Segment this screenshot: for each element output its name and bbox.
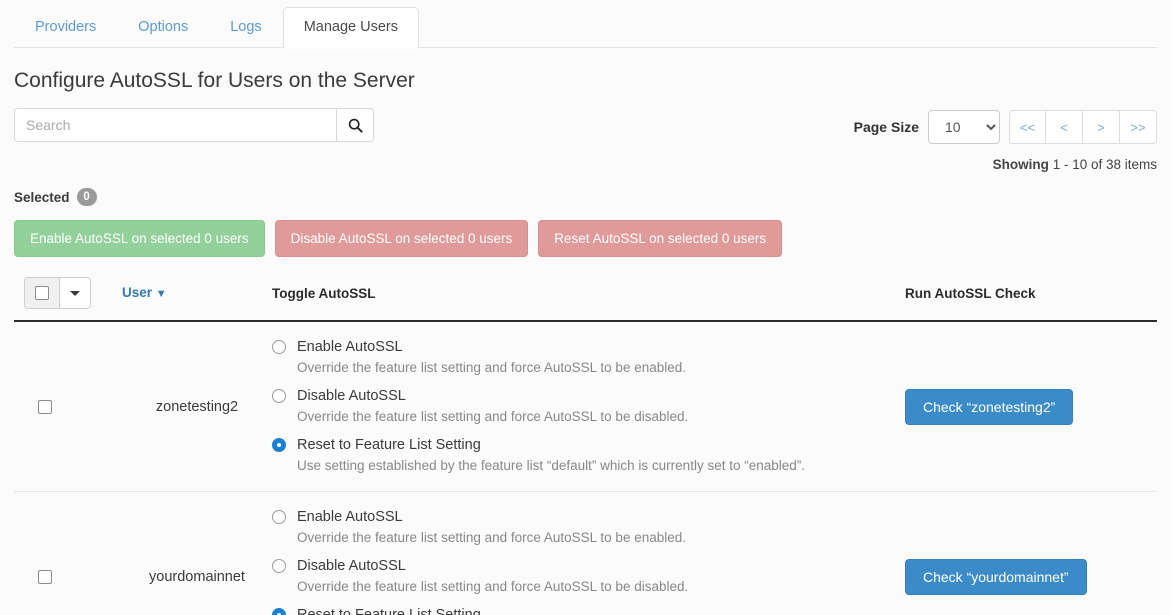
row-user-cell: yourdomainnet — [122, 569, 272, 585]
select-all-dropdown-button[interactable] — [60, 277, 91, 309]
radio-enable-autossl[interactable] — [272, 340, 286, 354]
search-button[interactable] — [336, 108, 374, 142]
option-description: Override the feature list setting and fo… — [297, 530, 686, 545]
option-label: Enable AutoSSL — [297, 339, 403, 355]
option-reset-to-feature-list: Reset to Feature List Setting Use settin… — [272, 435, 905, 475]
tab-manage-users[interactable]: Manage Users — [282, 7, 419, 49]
last-page-button[interactable]: >> — [1120, 110, 1157, 144]
table-row: zonetesting2 Enable AutoSSL Override the… — [14, 322, 1157, 492]
table-row: yourdomainnet Enable AutoSSL Override th… — [14, 492, 1157, 615]
toolbar: Page Size 10 << < > >> Showing 1 - 10 of… — [14, 108, 1157, 172]
checkbox-icon — [35, 286, 49, 300]
option-label: Reset to Feature List Setting — [297, 437, 481, 453]
tab-options[interactable]: Options — [117, 7, 209, 48]
sort-by-user-link[interactable]: User ▼ — [122, 285, 167, 300]
header-toggle-autossl: Toggle AutoSSL — [272, 285, 376, 301]
row-user-cell: zonetesting2 — [122, 399, 272, 415]
option-disable-autossl: Disable AutoSSL Override the feature lis… — [272, 556, 905, 596]
option-disable-autossl: Disable AutoSSL Override the feature lis… — [272, 386, 905, 426]
option-label: Disable AutoSSL — [297, 388, 406, 404]
radio-enable-autossl[interactable] — [272, 510, 286, 524]
row-select-cell — [14, 570, 122, 584]
row-checkbox[interactable] — [38, 400, 52, 414]
select-all-group — [24, 277, 91, 309]
search-group — [14, 108, 374, 142]
option-label: Disable AutoSSL — [297, 558, 406, 574]
option-label: Enable AutoSSL — [297, 509, 403, 525]
page-size-label: Page Size — [853, 119, 919, 135]
radio-reset-to-feature-list[interactable] — [272, 608, 286, 615]
option-description: Override the feature list setting and fo… — [297, 579, 689, 594]
tab-logs[interactable]: Logs — [209, 7, 282, 48]
tab-bar: Providers Options Logs Manage Users — [0, 0, 1171, 49]
chevron-down-icon — [70, 290, 80, 296]
enable-autossl-bulk-button[interactable]: Enable AutoSSL on selected 0 users — [14, 220, 265, 257]
search-icon — [348, 118, 363, 133]
header-user-cell: User ▼ — [122, 284, 272, 302]
row-select-cell — [14, 400, 122, 414]
row-checkbox[interactable] — [38, 570, 52, 584]
option-label: Reset to Feature List Setting — [297, 607, 481, 615]
run-autossl-check-button[interactable]: Check “zonetesting2” — [905, 389, 1074, 425]
select-all-cell — [14, 277, 122, 309]
disable-autossl-bulk-button[interactable]: Disable AutoSSL on selected 0 users — [274, 220, 529, 257]
pagination-area: Page Size 10 << < > >> Showing 1 - 10 of… — [854, 108, 1157, 172]
sort-descending-icon: ▼ — [155, 288, 167, 300]
option-reset-to-feature-list: Reset to Feature List Setting Use settin… — [272, 605, 905, 615]
page-content: Configure AutoSSL for Users on the Serve… — [0, 68, 1171, 615]
showing-prefix: Showing — [992, 157, 1049, 172]
radio-disable-autossl[interactable] — [272, 559, 286, 573]
showing-range: 1 - 10 of 38 items — [1052, 157, 1157, 172]
header-user-label: User — [122, 285, 153, 300]
next-page-button[interactable]: > — [1083, 110, 1120, 144]
row-run-cell: Check “yourdomainnet” — [905, 559, 1157, 595]
option-enable-autossl: Enable AutoSSL Override the feature list… — [272, 337, 905, 377]
option-enable-autossl: Enable AutoSSL Override the feature list… — [272, 507, 905, 547]
row-toggle-cell: Enable AutoSSL Override the feature list… — [272, 337, 905, 477]
row-toggle-cell: Enable AutoSSL Override the feature list… — [272, 507, 905, 615]
selected-label: Selected — [14, 189, 70, 205]
selected-count-badge: 0 — [76, 188, 97, 206]
run-autossl-check-button[interactable]: Check “yourdomainnet” — [905, 559, 1087, 595]
user-name: yourdomainnet — [149, 569, 245, 585]
page-size-select[interactable]: 10 — [928, 110, 1000, 144]
first-page-button[interactable]: << — [1009, 110, 1046, 144]
showing-status: Showing 1 - 10 of 38 items — [854, 157, 1157, 172]
radio-disable-autossl[interactable] — [272, 389, 286, 403]
pagination-buttons: << < > >> — [1009, 110, 1157, 144]
select-all-checkbox[interactable] — [24, 277, 60, 309]
selected-status: Selected 0 — [14, 188, 1157, 206]
option-description: Override the feature list setting and fo… — [297, 409, 689, 424]
reset-autossl-bulk-button[interactable]: Reset AutoSSL on selected 0 users — [538, 220, 783, 257]
user-name: zonetesting2 — [155, 399, 239, 415]
search-input[interactable] — [14, 108, 336, 142]
header-run-autossl-check: Run AutoSSL Check — [905, 285, 1036, 301]
option-description: Use setting established by the feature l… — [297, 458, 806, 473]
tab-providers[interactable]: Providers — [14, 7, 117, 48]
bulk-actions: Enable AutoSSL on selected 0 users Disab… — [14, 220, 1157, 257]
page-title: Configure AutoSSL for Users on the Serve… — [14, 69, 415, 92]
row-run-cell: Check “zonetesting2” — [905, 389, 1157, 425]
option-description: Override the feature list setting and fo… — [297, 360, 686, 375]
table-header-row: User ▼ Toggle AutoSSL Run AutoSSL Check — [14, 277, 1157, 322]
radio-reset-to-feature-list[interactable] — [272, 438, 286, 452]
users-table: User ▼ Toggle AutoSSL Run AutoSSL Check … — [14, 277, 1157, 615]
prev-page-button[interactable]: < — [1046, 110, 1083, 144]
